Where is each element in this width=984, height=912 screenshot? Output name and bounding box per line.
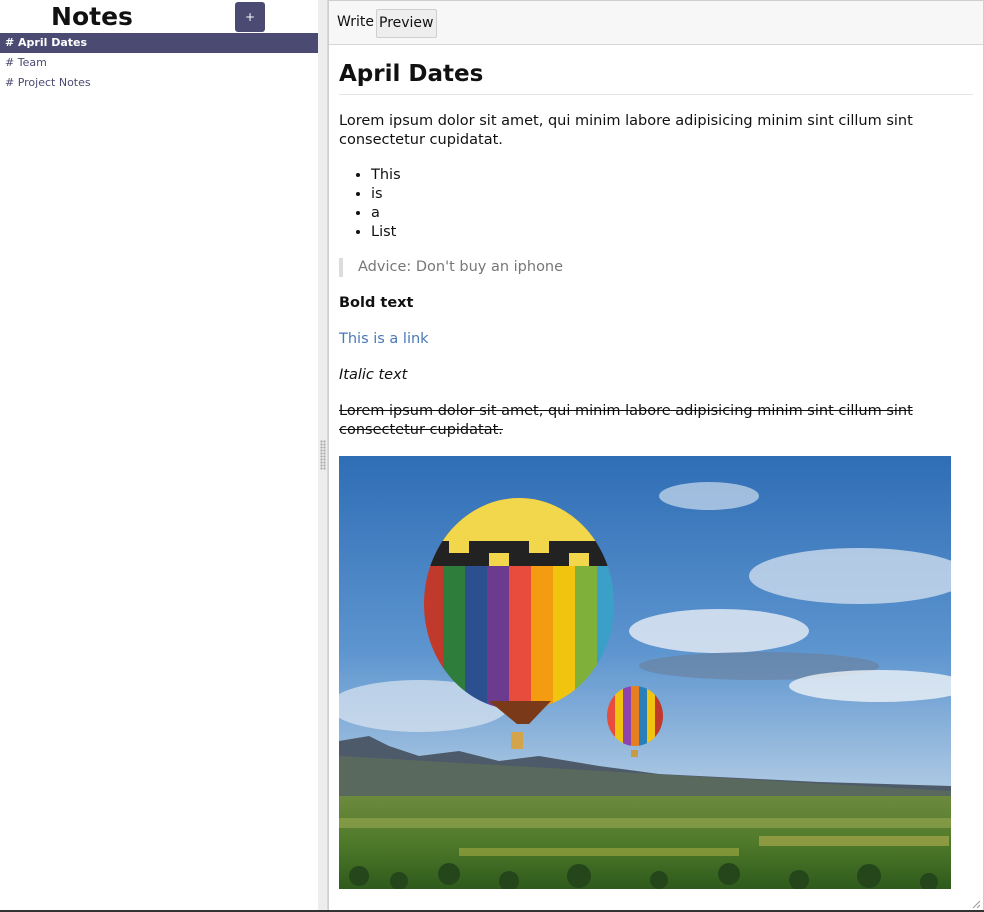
markdown-preview: April Dates Lorem ipsum dolor sit amet, … (329, 59, 983, 889)
tab-write[interactable]: Write (336, 9, 375, 38)
tab-preview[interactable]: Preview (376, 9, 437, 38)
document-link[interactable]: This is a link (339, 331, 429, 347)
list-item: This (371, 166, 973, 185)
italic-text: Italic text (339, 367, 408, 383)
document-title: April Dates (339, 59, 973, 95)
add-note-button[interactable]: + (235, 2, 265, 32)
blockquote: Advice: Don't buy an iphone (339, 258, 973, 277)
note-item-project-notes[interactable]: # Project Notes (0, 73, 318, 93)
list-item: List (371, 223, 973, 242)
strikethrough-text: Lorem ipsum dolor sit amet, qui minim la… (339, 403, 913, 438)
document-list: This is a List (339, 166, 973, 242)
note-item-team[interactable]: # Team (0, 53, 318, 73)
pane-splitter[interactable] (318, 0, 328, 912)
document-paragraph: Lorem ipsum dolor sit amet, qui minim la… (339, 113, 913, 148)
bold-text: Bold text (339, 295, 414, 311)
note-list: # April Dates # Team # Project Notes (0, 33, 318, 93)
note-item-april-dates[interactable]: # April Dates (0, 33, 318, 53)
sidebar: Notes + # April Dates # Team # Project N… (0, 0, 318, 912)
sidebar-header: Notes + (0, 0, 318, 33)
splitter-grip-icon[interactable] (320, 440, 326, 470)
editor-toolbar: Write Preview (329, 1, 983, 45)
list-item: a (371, 204, 973, 223)
editor-pane: Write Preview April Dates Lorem ipsum do… (328, 0, 984, 912)
app-title: Notes (51, 2, 133, 31)
resize-handle-icon[interactable] (969, 897, 981, 909)
list-item: is (371, 185, 973, 204)
hot-air-balloons-image (339, 456, 951, 889)
